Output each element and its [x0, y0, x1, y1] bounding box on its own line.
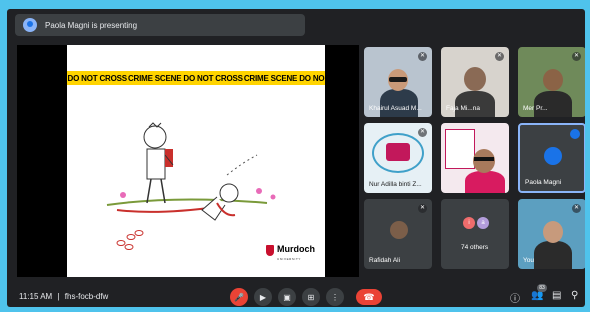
participant-tile[interactable]: ✕ Rafidah Ali [364, 199, 432, 269]
activities-icon[interactable]: ⚲ [571, 290, 578, 301]
participant-tile[interactable]: ✕ Khairul Asuad M... [364, 47, 432, 117]
mic-off-icon: ✕ [418, 204, 427, 213]
participant-tile-active[interactable]: Paola Magni [518, 123, 585, 193]
mic-off-icon: ✕ [572, 204, 581, 213]
participant-name: Faja Mi...na [446, 105, 480, 112]
logo-name: Murdoch [277, 244, 315, 254]
participant-name: You [523, 257, 534, 264]
presenting-icon [23, 18, 37, 32]
participant-tile[interactable]: ✕ Nur Adilla binti Z... [364, 123, 432, 193]
end-call-icon: ☎ [363, 291, 375, 302]
avatar: a [477, 217, 489, 229]
presenting-text: Paola Magni is presenting [45, 20, 138, 30]
avatar: i [463, 217, 475, 229]
participant-name: Nur Adilla binti Z... [369, 181, 422, 188]
participant-name: Rafidah Ali [369, 257, 401, 264]
participant-tile[interactable] [441, 123, 509, 193]
present-icon: ⊞ [307, 292, 315, 302]
meeting-info-text: 11:15 AM | fhs-focb-dfw [19, 292, 108, 301]
participant-tile[interactable]: ✕ Faja Mi...na [441, 47, 509, 117]
camera-icon: ▶ [259, 292, 267, 302]
presenting-banner[interactable]: Paola Magni is presenting [15, 14, 305, 36]
info-icon[interactable]: ⓘ [510, 290, 520, 305]
camera-toggle-button[interactable]: ▶ [254, 288, 272, 306]
others-tile[interactable]: i a 74 others [441, 199, 509, 269]
mic-off-icon: 🎤 [234, 292, 244, 302]
present-button[interactable]: ⊞ [302, 288, 320, 306]
clock-time: 11:15 AM [19, 292, 53, 301]
more-options-button[interactable]: ⋮ [326, 288, 344, 306]
control-bar: 11:15 AM | fhs-focb-dfw 🎤 ▶ ▣ ⊞ ⋮ ☎ ⓘ 👥 … [7, 284, 585, 307]
university-crest [266, 244, 274, 256]
self-view-tile[interactable]: ✕ You [518, 199, 585, 269]
mic-off-icon: ✕ [418, 52, 427, 61]
participant-name: Khairul Asuad M... [369, 105, 422, 112]
logo-sub: UNIVERSITY [277, 257, 302, 261]
mic-off-icon: ✕ [572, 52, 581, 61]
participant-name: Mer Pr... [523, 105, 548, 112]
mic-off-icon: ✕ [495, 52, 504, 61]
more-icon: ⋮ [331, 292, 339, 302]
participant-name: Paola Magni [525, 179, 562, 186]
end-call-button[interactable]: ☎ [356, 289, 382, 305]
chat-icon[interactable]: ▤ [552, 290, 561, 301]
meet-window: Paola Magni is presenting DO NOT CROSS C… [7, 9, 585, 307]
captions-button[interactable]: ▣ [278, 288, 296, 306]
people-count-badge: 83 [537, 284, 547, 292]
separator: | [57, 292, 60, 301]
meeting-code: fhs-focb-dfw [64, 292, 109, 301]
mic-toggle-button[interactable]: 🎤 [230, 288, 248, 306]
others-count: 74 others [461, 244, 489, 251]
captions-icon: ▣ [283, 292, 291, 302]
murdoch-logo: Murdoch UNIVERSITY [266, 239, 315, 261]
slide-content: DO NOT CROSS CRIME SCENE DO NOT CROSS CR… [67, 45, 325, 277]
participant-tile[interactable]: ✕ Mer Pr... [518, 47, 585, 117]
shared-screen: DO NOT CROSS CRIME SCENE DO NOT CROSS CR… [17, 45, 359, 277]
mic-off-icon: ✕ [418, 128, 427, 137]
